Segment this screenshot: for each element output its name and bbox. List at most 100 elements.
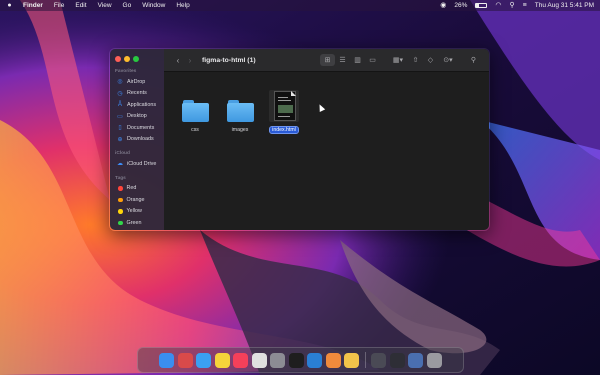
forward-chevron-icon[interactable]: › <box>184 56 196 65</box>
clock-icon: ◷ <box>117 90 123 97</box>
menu-go[interactable]: Go <box>123 2 132 9</box>
share-icon[interactable]: ⇧ <box>408 54 423 66</box>
icon-view-icon[interactable]: ⊞ <box>320 54 335 66</box>
sidebar-tag-red[interactable]: Red <box>110 183 164 195</box>
sidebar-item-applications[interactable]: Å Applications <box>110 99 164 111</box>
file-item-index-html[interactable]: index.html <box>265 78 303 134</box>
html-document-icon <box>269 90 299 122</box>
file-name: css <box>191 127 199 133</box>
sidebar-item-documents[interactable]: ▯ Documents <box>110 122 164 134</box>
menu-finder[interactable]: Finder <box>23 2 43 9</box>
menu-bar: ● Finder File Edit View Go Window Help ◉… <box>0 0 600 11</box>
sidebar-item-label: Downloads <box>127 136 154 143</box>
file-item-css[interactable]: css <box>177 78 213 133</box>
sidebar-section-tags: Tags <box>115 175 126 181</box>
figma-icon[interactable] <box>288 352 304 368</box>
notes-icon[interactable] <box>214 352 230 368</box>
finder-sidebar: Favorites ◎ AirDrop ◷ Recents Å Applicat… <box>110 49 164 230</box>
finder-icon[interactable] <box>159 352 175 368</box>
minimize-window-button[interactable] <box>124 56 130 62</box>
launchpad-icon[interactable] <box>177 352 193 368</box>
file-grid: css images index.html <box>164 72 489 230</box>
chrome-icon[interactable] <box>251 352 267 368</box>
pencil-app-icon[interactable] <box>344 352 360 368</box>
folder-icon <box>226 100 254 122</box>
spotlight-search-icon[interactable]: ⚲ <box>510 2 515 9</box>
sidebar-item-airdrop[interactable]: ◎ AirDrop <box>110 76 164 88</box>
sidebar-item-label: Red <box>126 185 137 192</box>
menu-help[interactable]: Help <box>176 2 189 9</box>
menu-view[interactable]: View <box>98 2 112 9</box>
sidebar-section-icloud: iCloud <box>115 151 130 156</box>
tag-dot-icon <box>118 197 123 202</box>
list-view-icon[interactable]: ☰ <box>335 54 350 66</box>
sidebar-section-favorites: Favorites <box>115 69 137 74</box>
sidebar-item-desktop[interactable]: ▭ Desktop <box>110 111 164 123</box>
sidebar-item-icloud-drive[interactable]: ☁ iCloud Drive <box>110 158 164 170</box>
sidebar-tag-green[interactable]: Green <box>110 217 164 229</box>
search-icon[interactable]: ⚲ <box>466 54 481 66</box>
dock <box>137 347 464 373</box>
column-view-icon[interactable]: ▥ <box>350 54 365 66</box>
apple-icon[interactable]: ● <box>6 2 13 9</box>
window-thumb-1-icon[interactable] <box>371 352 387 368</box>
record-icon[interactable]: ◉ <box>440 2 446 9</box>
file-item-images[interactable]: images <box>222 78 258 133</box>
file-name: images <box>231 127 249 133</box>
close-window-button[interactable] <box>115 56 121 62</box>
sidebar-item-label: Documents <box>127 124 155 131</box>
sidebar-item-recents[interactable]: ◷ Recents <box>110 88 164 100</box>
document-icon: ▯ <box>118 125 122 132</box>
control-center-icon[interactable]: ≡ <box>523 2 527 9</box>
dock-separator <box>364 352 366 368</box>
sidebar-item-label: Orange <box>126 196 145 203</box>
trash-icon[interactable] <box>426 352 442 368</box>
sidebar-item-downloads[interactable]: ⊕ Downloads <box>110 134 164 146</box>
menu-clock[interactable]: Thu Aug 31 5:41 PM <box>535 2 594 9</box>
tag-dot-icon <box>118 220 123 225</box>
group-icon[interactable]: ▦▾ <box>388 54 408 66</box>
tag-dot-icon <box>118 209 123 214</box>
zoom-window-button[interactable] <box>133 56 139 62</box>
system-preferences-icon[interactable] <box>270 352 286 368</box>
desktop-icon: ▭ <box>117 113 123 120</box>
applications-icon: Å <box>117 101 122 108</box>
back-chevron-icon[interactable]: ‹ <box>172 56 184 65</box>
menu-edit[interactable]: Edit <box>75 2 86 9</box>
sidebar-item-label: Green <box>126 219 142 226</box>
sidebar-tag-yellow[interactable]: Yellow <box>110 206 164 218</box>
window-title: figma-to-html (1) <box>202 56 256 64</box>
sidebar-item-label: Yellow <box>126 208 142 215</box>
finder-window: Favorites ◎ AirDrop ◷ Recents Å Applicat… <box>109 48 490 231</box>
sidebar-tag-orange[interactable]: Orange <box>110 194 164 206</box>
more-icon[interactable]: ⊙▾ <box>438 54 458 66</box>
toolbar-tools: ⊞ ☰ ▥ ▭ ▦▾ ⇧ ◇ ⊙▾ ⚲ <box>320 54 481 66</box>
gallery-view-icon[interactable]: ▭ <box>365 54 380 66</box>
tag-dot-icon <box>118 186 123 191</box>
window-controls <box>110 56 164 62</box>
sidebar-item-label: AirDrop <box>127 78 146 85</box>
vscode-icon[interactable] <box>307 352 323 368</box>
sidebar-item-label: Recents <box>127 90 147 97</box>
sidebar-item-label: Applications <box>127 101 157 108</box>
cloud-icon: ☁ <box>117 161 123 168</box>
safari-icon[interactable] <box>196 352 212 368</box>
battery-icon[interactable] <box>475 3 488 8</box>
finder-content: ‹ › figma-to-html (1) ⊞ ☰ ▥ ▭ ▦▾ ⇧ ◇ ⊙▾ … <box>164 49 489 230</box>
downloads-stack-icon[interactable] <box>408 352 424 368</box>
wifi-icon[interactable]: ◠ <box>495 2 501 9</box>
sidebar-item-label: iCloud Drive <box>127 160 157 167</box>
folder-icon <box>181 100 209 122</box>
menu-file[interactable]: File <box>54 2 64 9</box>
file-name-selected[interactable]: index.html <box>269 126 299 134</box>
finder-toolbar: ‹ › figma-to-html (1) ⊞ ☰ ▥ ▭ ▦▾ ⇧ ◇ ⊙▾ … <box>164 49 489 72</box>
menu-window[interactable]: Window <box>142 2 165 9</box>
window-thumb-2-icon[interactable] <box>389 352 405 368</box>
music-icon[interactable] <box>233 352 249 368</box>
tag-icon[interactable]: ◇ <box>423 54 438 66</box>
airdrop-icon: ◎ <box>117 79 123 86</box>
sidebar-item-label: Desktop <box>127 113 147 120</box>
download-icon: ⊕ <box>117 136 123 143</box>
battery-percent: 26% <box>454 2 468 9</box>
pages-icon[interactable] <box>325 352 341 368</box>
